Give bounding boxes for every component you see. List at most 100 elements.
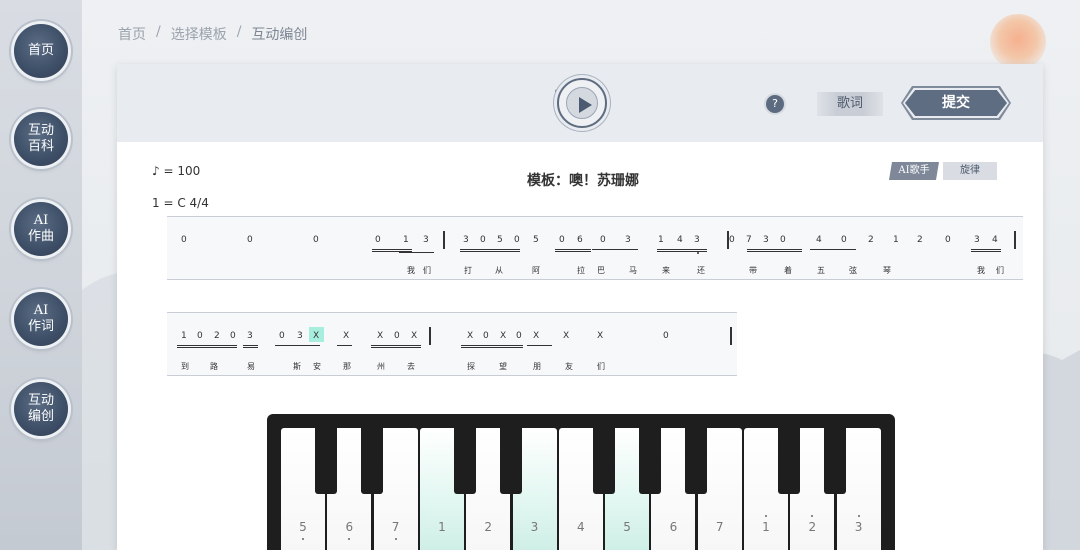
- score-note[interactable]: 0: [394, 331, 400, 341]
- editor-card: ? 歌词 提交 ♪ = 100 1 = C 4/4 模板：噢！苏珊娜 AI歌手 …: [117, 64, 1043, 550]
- score-note[interactable]: 4: [992, 235, 998, 245]
- note-underline: [810, 249, 856, 250]
- key-signature: 1 = C 4/4: [152, 196, 209, 210]
- score-lyric: 们: [996, 266, 1004, 275]
- score-note[interactable]: 0: [729, 235, 735, 245]
- score-note[interactable]: X: [500, 331, 506, 341]
- score-note[interactable]: 0: [516, 331, 522, 341]
- note-underline: [243, 345, 258, 346]
- score-note[interactable]: 6: [577, 235, 583, 245]
- score-note[interactable]: 1: [403, 235, 409, 245]
- score-note[interactable]: X: [411, 331, 417, 341]
- score-note[interactable]: 0: [483, 331, 489, 341]
- nav-ai-lyrics-button[interactable]: AI 作词: [14, 292, 68, 346]
- score-lyric: 还: [697, 266, 705, 275]
- piano-black-key[interactable]: [685, 428, 707, 494]
- score-note[interactable]: 0: [780, 235, 786, 245]
- score-note[interactable]: 7: [746, 235, 752, 245]
- score-note[interactable]: 0: [514, 235, 520, 245]
- score-note[interactable]: 0: [197, 331, 203, 341]
- score-note[interactable]: X: [377, 331, 383, 341]
- score-note[interactable]: 1: [893, 235, 899, 245]
- score-note[interactable]: 3: [463, 235, 469, 245]
- score-lyric: 五: [817, 266, 825, 275]
- piano-black-key[interactable]: [500, 428, 522, 494]
- score-note[interactable]: 4: [816, 235, 822, 245]
- score-note[interactable]: 1: [181, 331, 187, 341]
- score-note[interactable]: 0: [313, 235, 319, 245]
- note-underline: [692, 251, 707, 252]
- score-lyric: 那: [343, 362, 351, 371]
- score-note[interactable]: 0: [279, 331, 285, 341]
- score-note[interactable]: X: [597, 331, 603, 341]
- score-note[interactable]: X: [533, 331, 539, 341]
- nav-encyclopedia-button[interactable]: 互动 百科: [14, 112, 68, 166]
- score-lyric: 望: [499, 362, 507, 371]
- score-lyric: 着: [784, 266, 792, 275]
- score-note[interactable]: 0: [230, 331, 236, 341]
- piano-black-key[interactable]: [824, 428, 846, 494]
- score-note[interactable]: 0: [247, 235, 253, 245]
- score-note[interactable]: 5: [497, 235, 503, 245]
- score-note[interactable]: 2: [917, 235, 923, 245]
- score-note[interactable]: 3: [625, 235, 631, 245]
- score-note[interactable]: 0: [841, 235, 847, 245]
- score-note[interactable]: 3: [247, 331, 253, 341]
- melody-button[interactable]: 旋律: [943, 162, 997, 180]
- score-note[interactable]: 4: [677, 235, 683, 245]
- ai-singer-button[interactable]: AI歌手: [889, 162, 939, 180]
- score-note[interactable]: X: [343, 331, 349, 341]
- piano-black-key[interactable]: [454, 428, 476, 494]
- nav-home-button[interactable]: 首页: [14, 24, 68, 78]
- piano-black-key[interactable]: [361, 428, 383, 494]
- lyrics-button[interactable]: 歌词: [817, 92, 883, 116]
- score-note[interactable]: 3: [974, 235, 980, 245]
- score-note[interactable]: 2: [868, 235, 874, 245]
- score-note[interactable]: 0: [375, 235, 381, 245]
- score-note[interactable]: 3: [297, 331, 303, 341]
- piano-black-key[interactable]: [593, 428, 615, 494]
- note-underline: [371, 345, 421, 346]
- score-note[interactable]: 3: [423, 235, 429, 245]
- score-note[interactable]: 0: [181, 235, 187, 245]
- score-note[interactable]: 0: [559, 235, 565, 245]
- score-note[interactable]: 0: [945, 235, 951, 245]
- piano-black-key[interactable]: [778, 428, 800, 494]
- score-note[interactable]: X: [313, 331, 319, 341]
- score-note[interactable]: 0: [600, 235, 606, 245]
- score-note[interactable]: 3: [763, 235, 769, 245]
- piano-key-label: 2: [808, 520, 817, 534]
- score-note[interactable]: 2: [214, 331, 220, 341]
- help-icon[interactable]: ?: [766, 95, 784, 113]
- nav-ai-compose-button[interactable]: AI 作曲: [14, 202, 68, 256]
- score-note[interactable]: 0: [480, 235, 486, 245]
- score-note[interactable]: X: [563, 331, 569, 341]
- play-button[interactable]: [557, 78, 607, 128]
- score-note[interactable]: 3: [694, 235, 700, 245]
- piano-black-key[interactable]: [315, 428, 337, 494]
- score-lyric: 安: [313, 362, 321, 371]
- piano-key-label: 5: [299, 520, 307, 534]
- low-octave-dot: [302, 538, 304, 540]
- score-lyric: 琴: [883, 266, 891, 275]
- nav-interactive-create-button[interactable]: 互动 编创: [14, 382, 68, 436]
- breadcrumb-home[interactable]: 首页: [118, 24, 146, 44]
- note-underline: [592, 249, 638, 250]
- score-lyric: 我: [977, 266, 985, 275]
- breadcrumb-current: 互动编创: [251, 27, 308, 43]
- score-note[interactable]: 0: [663, 331, 669, 341]
- note-underline: [527, 345, 552, 346]
- bar-line: [1014, 231, 1016, 249]
- note-underline: [177, 345, 237, 346]
- score-note[interactable]: 1: [658, 235, 664, 245]
- note-underline: [692, 249, 707, 250]
- breadcrumb-templates[interactable]: 选择模板: [171, 24, 227, 44]
- high-octave-dot: [857, 515, 860, 517]
- score-line-1: 000013305050603143073040212034我们打从阿拉巴马来还…: [167, 216, 1023, 280]
- note-underline: [971, 249, 1001, 250]
- score-note[interactable]: 5: [533, 235, 539, 245]
- score-note[interactable]: X: [467, 331, 473, 341]
- piano-black-key[interactable]: [639, 428, 661, 494]
- sun-decoration: [990, 14, 1046, 70]
- submit-button[interactable]: 提交: [905, 90, 1007, 116]
